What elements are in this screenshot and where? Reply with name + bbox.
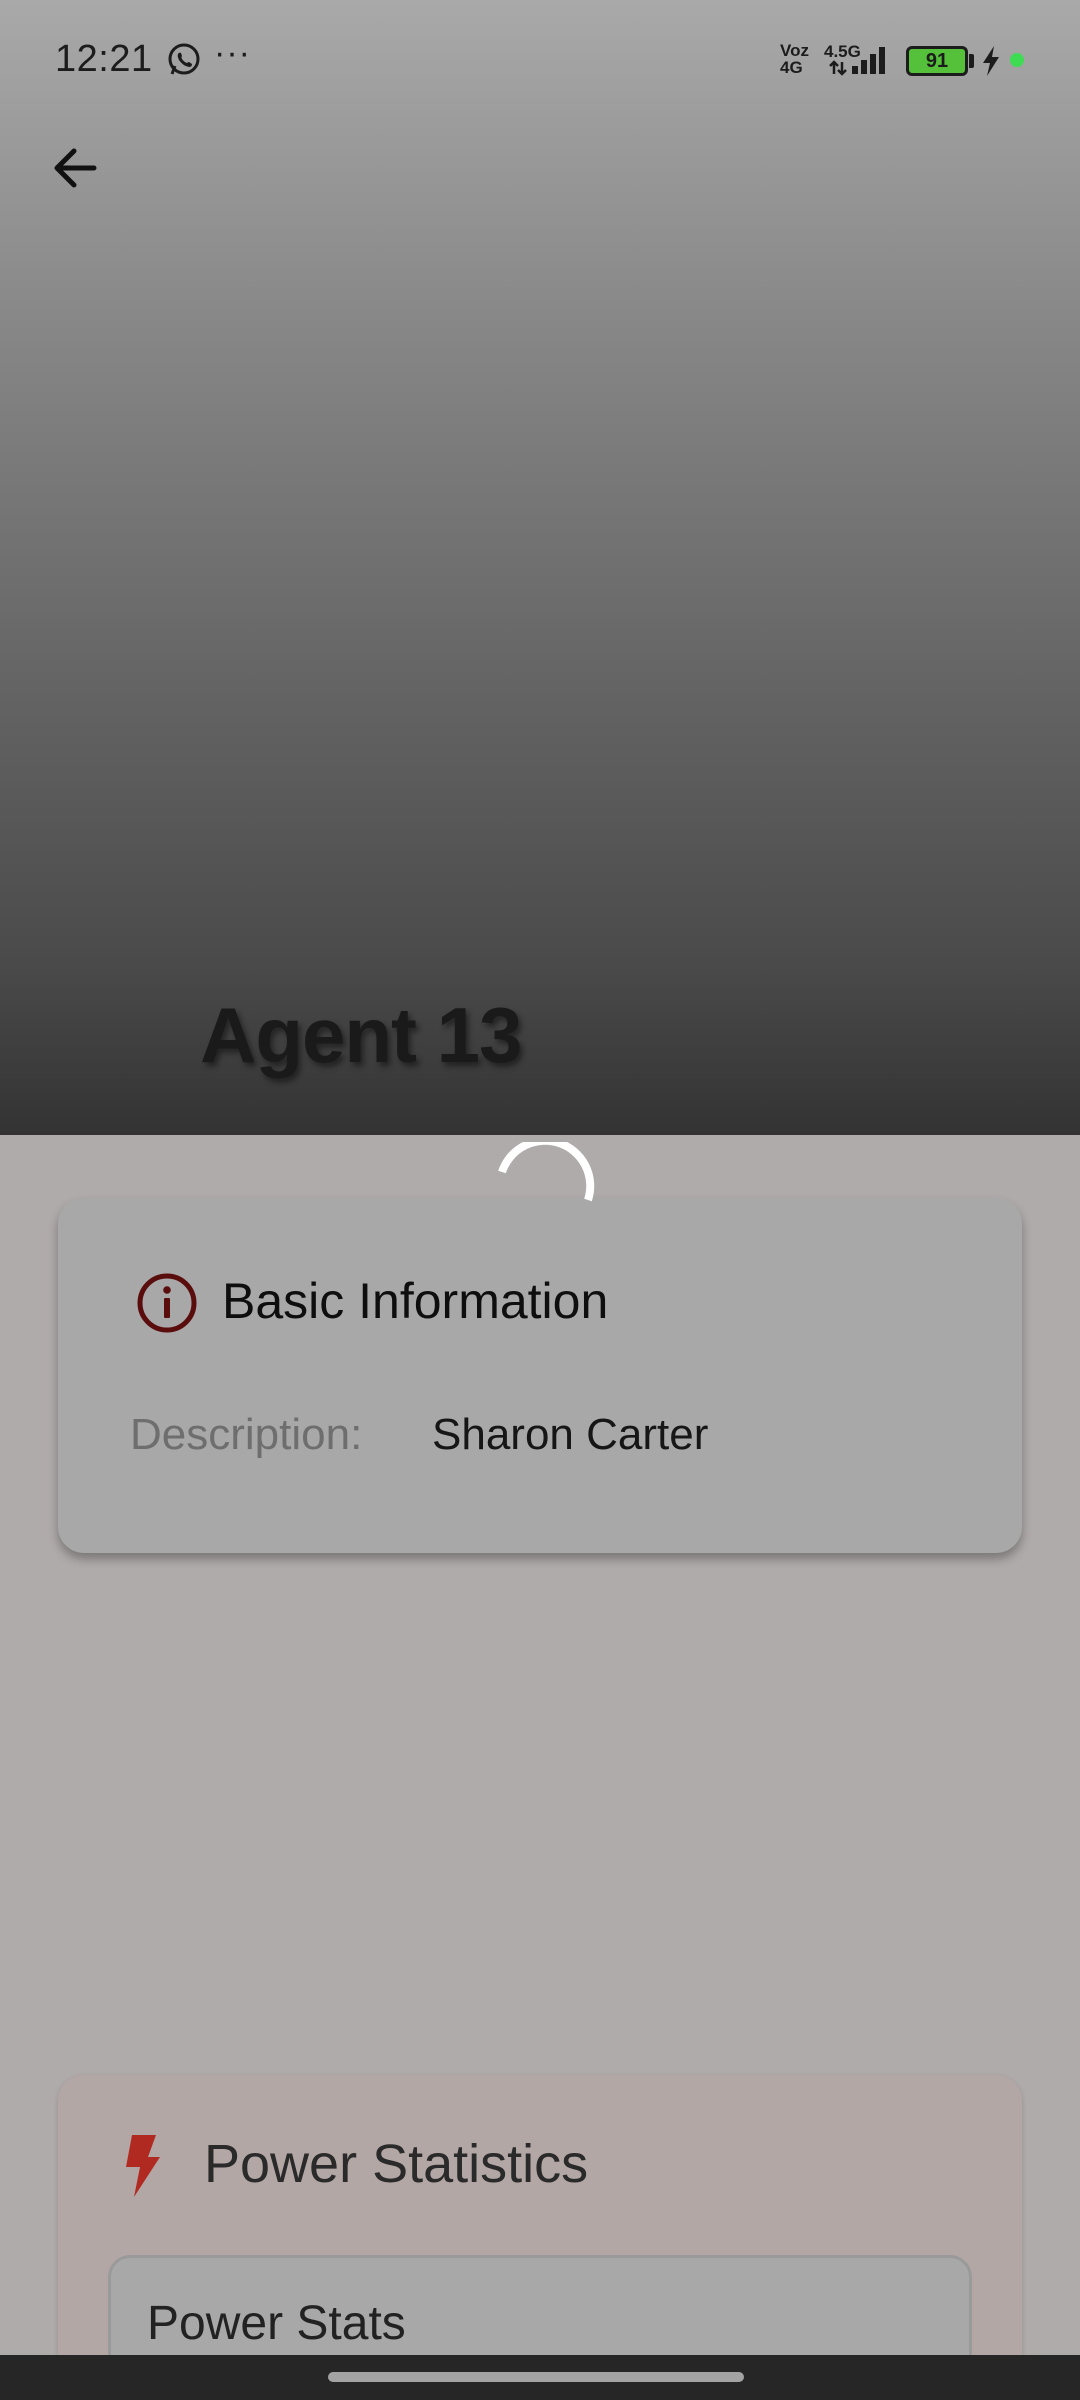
whatsapp-icon [168,43,200,75]
back-arrow-icon[interactable] [40,130,114,204]
description-label: Description: [130,1410,363,1459]
power-statistics-card: Power Statistics Power Stats [58,2075,1022,2400]
bolt-icon [126,2135,160,2197]
network-label-top: Voz [780,41,809,60]
loading-spinner [498,1142,595,1202]
info-icon [137,1273,197,1333]
basic-information-card: Basic Information Description: Sharon Ca… [58,1198,1022,1553]
more-icon: ··· [214,34,251,72]
network-label-bottom: 4G [780,58,803,77]
battery-tip [969,54,974,68]
status-time: 12:21 [55,38,153,80]
network-type: Voz 4G [780,42,809,76]
hero-header [0,0,1080,1135]
power-stats-title: Power Stats [147,2297,406,2350]
signal-icon [829,47,885,76]
status-bar: 12:21 ··· Voz 4G 4.5G 91 [0,0,1080,120]
power-statistics-title: Power Statistics [204,2134,589,2194]
description-value: Sharon Carter [432,1410,709,1459]
charging-icon [983,46,999,76]
gesture-handle[interactable] [328,2372,744,2382]
basic-information-title: Basic Information [222,1273,609,1329]
privacy-indicator-dot [1010,53,1024,67]
navigation-bar [0,2355,1080,2400]
battery-icon: 91 [906,46,968,76]
hero-title: Agent 13 [200,991,522,1079]
